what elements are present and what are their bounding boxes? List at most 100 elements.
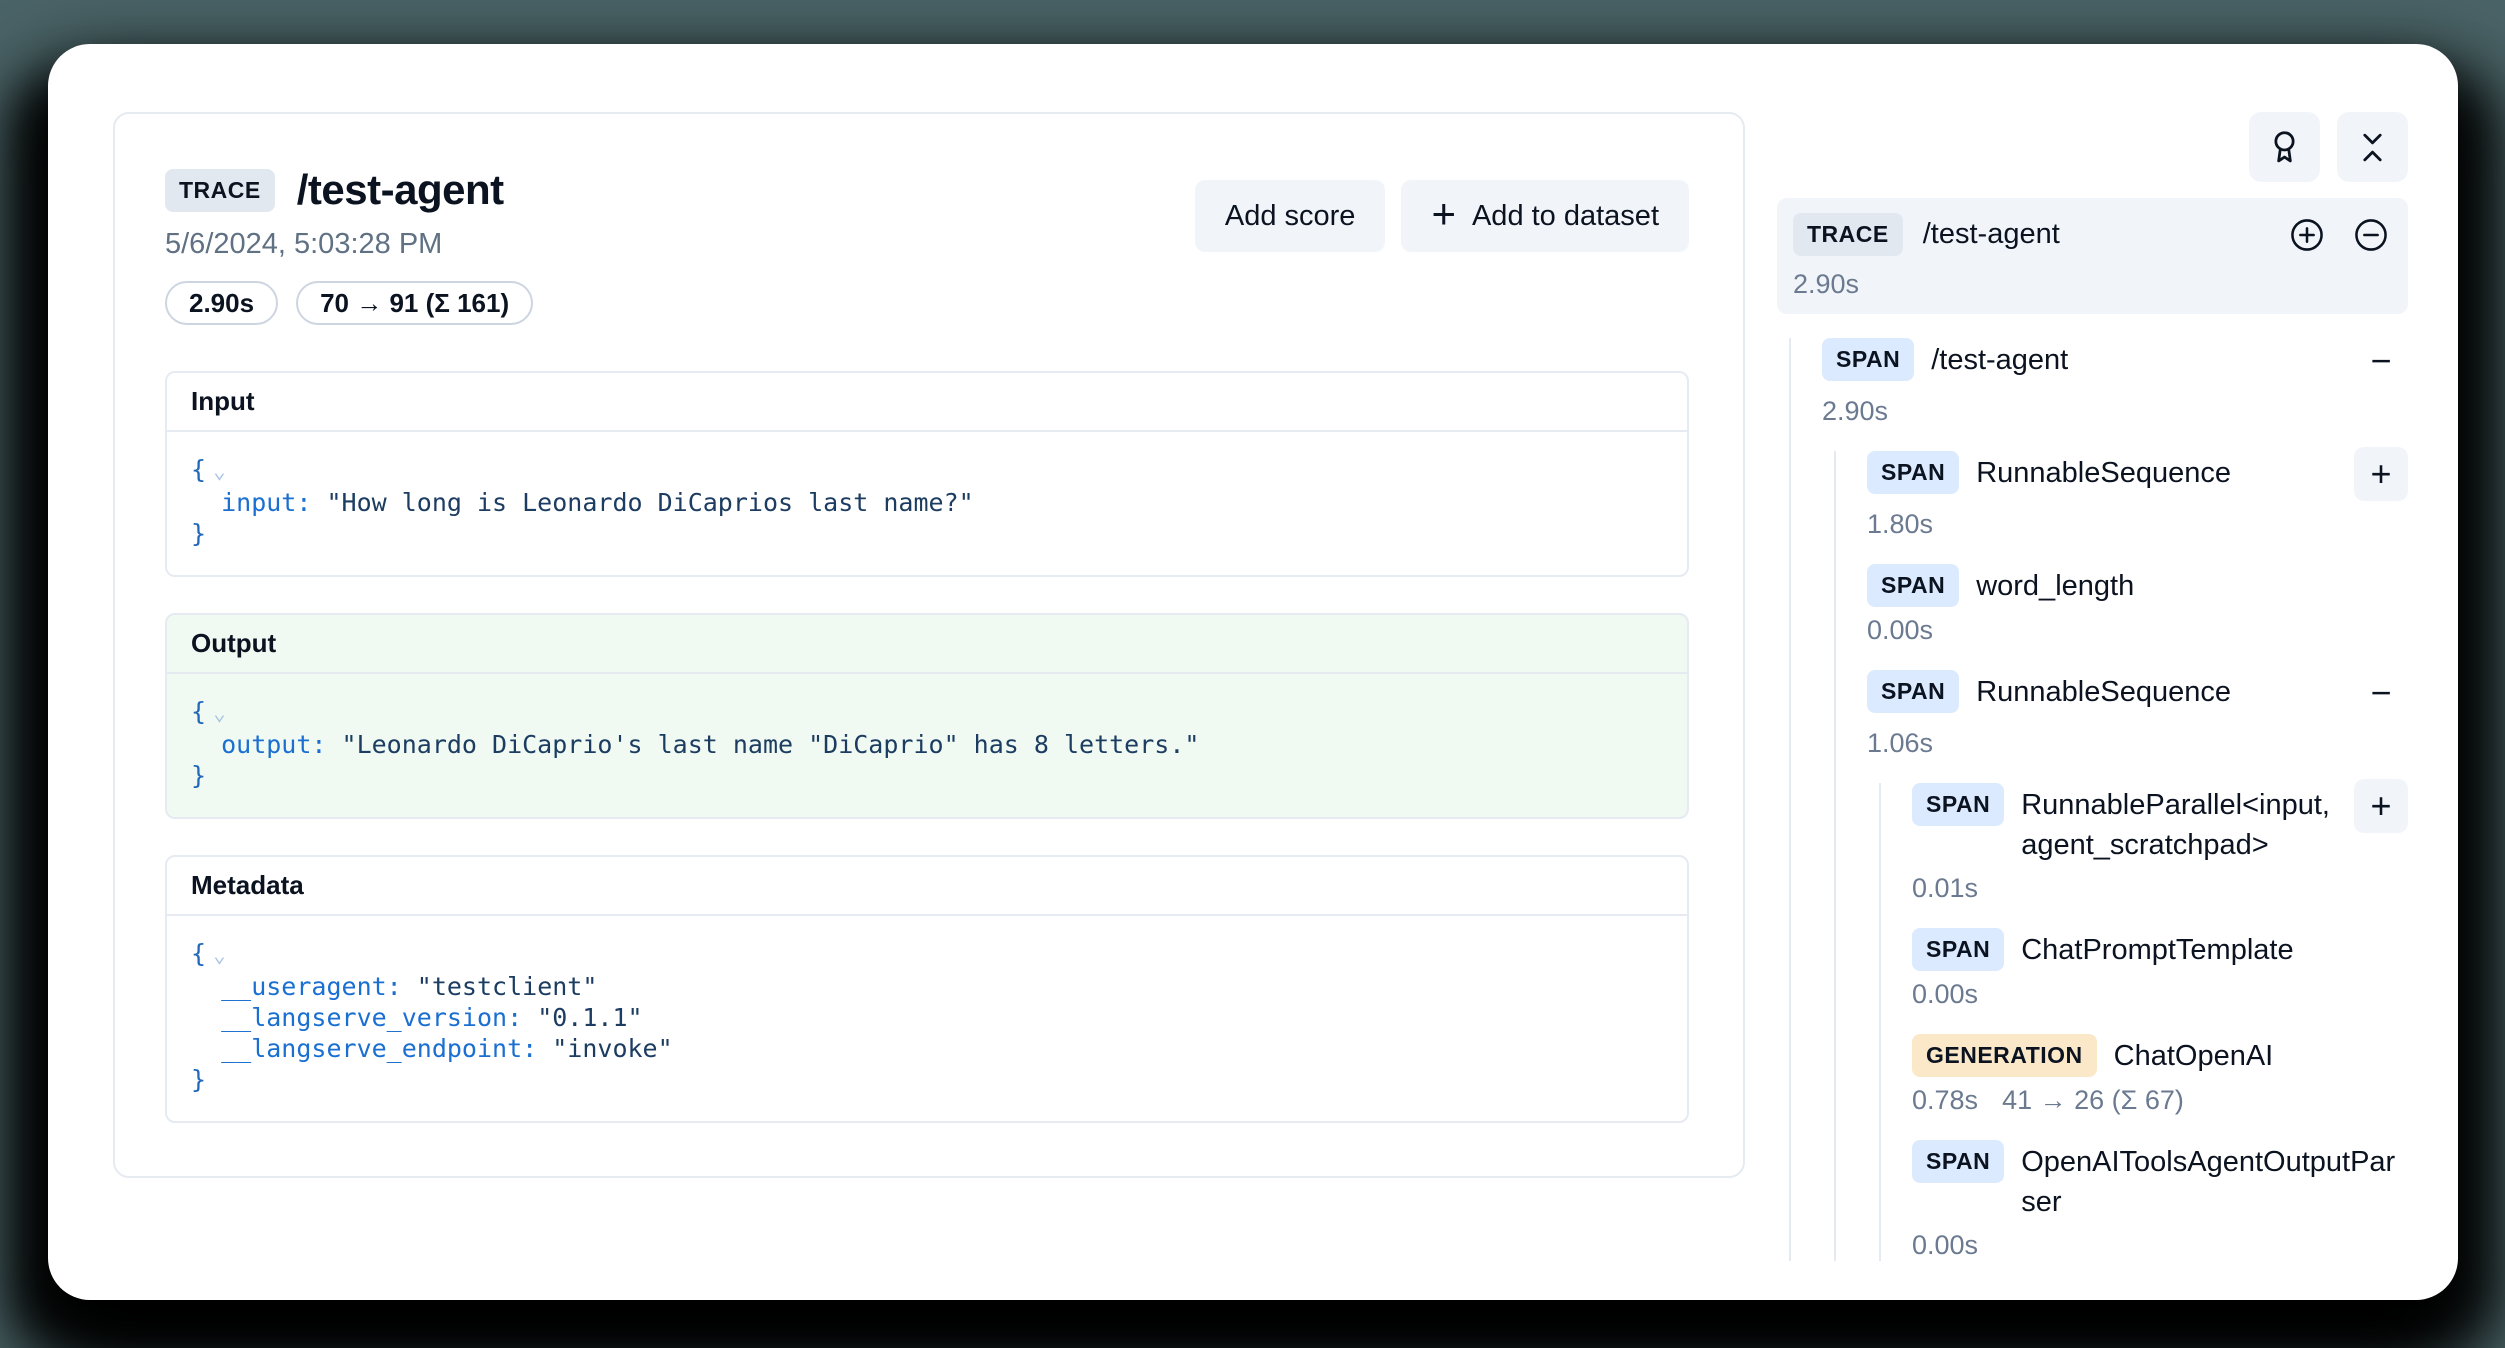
json-value: "testclient" bbox=[417, 972, 598, 1001]
span-tree: SPAN/test-agent−2.90sSPANRunnableSequenc… bbox=[1777, 338, 2408, 1261]
json-key: input: bbox=[191, 488, 326, 517]
metadata-json-viewer: { ⌄ __useragent: "testclient" __langserve… bbox=[167, 916, 1687, 1121]
span-metrics: 1.06s bbox=[1867, 728, 2408, 759]
token-usage-pill: 70 → 91 (Σ 161) bbox=[296, 281, 533, 325]
json-close-brace: } bbox=[191, 519, 206, 548]
observation-type-badge: SPAN bbox=[1867, 670, 1959, 713]
span-duration: 1.80s bbox=[1867, 509, 1933, 540]
span-metrics: 2.90s bbox=[1822, 396, 2408, 427]
collapse-all-button[interactable] bbox=[2352, 216, 2390, 254]
span-metrics: 1.80s bbox=[1867, 509, 2408, 540]
span-duration: 0.01s bbox=[1912, 873, 1978, 904]
observation-type-badge: SPAN bbox=[1867, 564, 1959, 607]
tree-node-row[interactable]: SPAN ChatPromptTemplate bbox=[1912, 928, 2408, 971]
observation-type-badge: SPAN bbox=[1912, 928, 2004, 971]
collapse-panel-button[interactable] bbox=[2337, 112, 2408, 182]
add-to-dataset-button[interactable]: + Add to dataset bbox=[1401, 180, 1689, 252]
tree-node-row[interactable]: SPANRunnableSequence− bbox=[1867, 670, 2408, 720]
span-metrics: 0.00s bbox=[1912, 979, 2408, 1010]
collapse-json-chevron-icon[interactable]: ⌄ bbox=[213, 701, 226, 725]
span-name: word_length bbox=[1976, 564, 2408, 606]
app-window: TRACE /test-agent 5/6/2024, 5:03:28 PM 2… bbox=[48, 44, 2458, 1300]
span-duration: 0.00s bbox=[1912, 1230, 1978, 1261]
span-name: /test-agent bbox=[1931, 338, 2337, 380]
input-json-viewer: { ⌄ input: "How long is Leonardo DiCaprio… bbox=[167, 432, 1687, 575]
add-score-button[interactable]: Add score bbox=[1195, 180, 1386, 252]
sidebar-toolbar bbox=[1777, 112, 2408, 182]
plus-icon: + bbox=[1431, 193, 1456, 235]
json-open-brace: { bbox=[191, 939, 206, 968]
observation-type-badge: SPAN bbox=[1912, 1140, 2004, 1183]
metadata-section-title: Metadata bbox=[167, 857, 1687, 916]
tree-node-row[interactable]: SPAN/test-agent− bbox=[1822, 338, 2408, 388]
collapse-node-button[interactable]: − bbox=[2354, 334, 2408, 388]
tree-node: SPAN ChatPromptTemplate 0.00s bbox=[1912, 928, 2408, 1010]
observation-type-badge: SPAN bbox=[1867, 451, 1959, 494]
metadata-section: Metadata { ⌄ __useragent: "testclient" __… bbox=[165, 855, 1689, 1123]
span-token-usage: 41 → 26 (Σ 67) bbox=[2002, 1085, 2184, 1116]
json-key: __useragent: bbox=[191, 972, 417, 1001]
trace-type-badge: TRACE bbox=[165, 169, 275, 212]
circle-plus-icon bbox=[2288, 216, 2326, 254]
expand-node-button[interactable]: + bbox=[2354, 447, 2408, 501]
add-score-label: Add score bbox=[1225, 200, 1356, 233]
json-open-brace: { bbox=[191, 697, 206, 726]
tree-node: SPANRunnableSequence+1.80s bbox=[1867, 451, 2408, 540]
span-name: RunnableSequence bbox=[1976, 451, 2337, 493]
input-section-title: Input bbox=[167, 373, 1687, 432]
collapse-json-chevron-icon[interactable]: ⌄ bbox=[213, 943, 226, 967]
json-open-brace: { bbox=[191, 455, 206, 484]
json-value: "invoke" bbox=[552, 1034, 672, 1063]
json-value: "Leonardo DiCaprio's last name "DiCaprio… bbox=[342, 730, 1200, 759]
span-duration: 0.00s bbox=[1867, 615, 1933, 646]
span-metrics: 0.01s bbox=[1912, 873, 2408, 904]
tree-node-row[interactable]: SPAN word_length bbox=[1867, 564, 2408, 607]
annotate-button[interactable] bbox=[2249, 112, 2320, 182]
span-children-group: SPAN/test-agent−2.90sSPANRunnableSequenc… bbox=[1789, 338, 2408, 1261]
trace-stats: 2.90s 70 → 91 (Σ 161) bbox=[165, 281, 533, 325]
tree-node-row[interactable]: SPANOpenAIToolsAgentOutputParser bbox=[1912, 1140, 2408, 1222]
award-icon bbox=[2266, 129, 2303, 166]
tree-node-row[interactable]: GENERATIONChatOpenAI bbox=[1912, 1034, 2408, 1077]
add-to-dataset-label: Add to dataset bbox=[1472, 200, 1659, 233]
tree-node: GENERATIONChatOpenAI 0.78s 41 → 26 (Σ 67) bbox=[1912, 1034, 2408, 1116]
trace-name: /test-agent bbox=[1923, 218, 2060, 251]
expand-node-button[interactable]: + bbox=[2354, 779, 2408, 833]
span-children-group: SPAN RunnableParallel<input,agent_scratch… bbox=[1879, 783, 2408, 1261]
trace-duration: 2.90s bbox=[1793, 269, 2390, 300]
json-close-brace: } bbox=[191, 1065, 206, 1094]
span-duration: 0.78s bbox=[1912, 1085, 1978, 1116]
span-name: RunnableSequence bbox=[1976, 670, 2337, 712]
span-name: ChatPromptTemplate bbox=[2021, 928, 2408, 970]
circle-minus-icon bbox=[2352, 216, 2390, 254]
expand-all-button[interactable] bbox=[2288, 216, 2326, 254]
collapse-node-button[interactable]: − bbox=[2354, 666, 2408, 720]
tree-node-row[interactable]: SPANRunnableSequence+ bbox=[1867, 451, 2408, 501]
trace-type-badge: TRACE bbox=[1793, 213, 1903, 256]
output-section: Output { ⌄ output: "Leonardo DiCaprio's l… bbox=[165, 613, 1689, 819]
trace-detail-card: TRACE /test-agent 5/6/2024, 5:03:28 PM 2… bbox=[113, 112, 1745, 1178]
tree-node-row[interactable]: SPAN RunnableParallel<input,agent_scratch… bbox=[1912, 783, 2408, 865]
json-key: __langserve_version: bbox=[191, 1003, 537, 1032]
span-children-group: SPAN RunnableSequence +1.80s SPAN word_lengt… bbox=[1834, 451, 2408, 1261]
latency-pill: 2.90s bbox=[165, 281, 278, 325]
span-metrics: 0.00s bbox=[1867, 615, 2408, 646]
tree-node: SPAN/test-agent− 2.90s bbox=[1822, 338, 2408, 427]
trace-title-block: TRACE /test-agent 5/6/2024, 5:03:28 PM 2… bbox=[165, 166, 533, 325]
output-section-title: Output bbox=[167, 615, 1687, 674]
collapse-json-chevron-icon[interactable]: ⌄ bbox=[213, 459, 226, 483]
json-key: __langserve_endpoint: bbox=[191, 1034, 552, 1063]
trace-timestamp: 5/6/2024, 5:03:28 PM bbox=[165, 228, 533, 261]
json-key: output: bbox=[191, 730, 342, 759]
json-value: "0.1.1" bbox=[537, 1003, 642, 1032]
observation-type-badge: SPAN bbox=[1822, 338, 1914, 381]
tree-trace-row-selected[interactable]: TRACE /test-agent 2.90s bbox=[1777, 198, 2408, 314]
observation-type-badge: SPAN bbox=[1912, 783, 2004, 826]
span-duration: 1.06s bbox=[1867, 728, 1933, 759]
span-name: RunnableParallel<input,agent_scratchpad> bbox=[2021, 783, 2337, 865]
page-title: /test-agent bbox=[297, 166, 504, 214]
json-value: "How long is Leonardo DiCaprios last nam… bbox=[326, 488, 973, 517]
json-close-brace: } bbox=[191, 761, 206, 790]
desktop-background: TRACE /test-agent 5/6/2024, 5:03:28 PM 2… bbox=[0, 0, 2505, 1348]
span-duration: 2.90s bbox=[1822, 396, 1888, 427]
